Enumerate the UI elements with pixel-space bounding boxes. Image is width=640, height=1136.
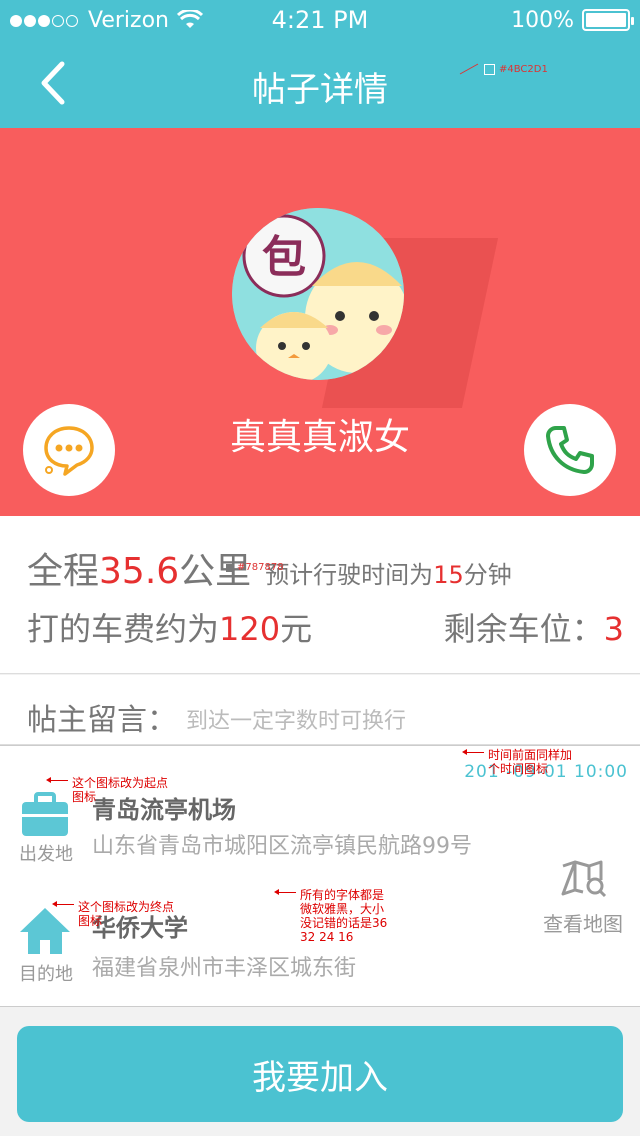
color-swatch: [484, 63, 495, 75]
briefcase-icon: [22, 792, 68, 836]
view-map-label: 查看地图: [543, 912, 623, 936]
battery-icon: [582, 9, 634, 31]
seats-label: 剩余车位：: [443, 610, 604, 648]
eta-value: 15: [433, 561, 464, 589]
nav-bar: 帖子详情 #4BC2D1: [0, 40, 640, 128]
fare-value: 120: [219, 610, 281, 648]
seats-text: 剩余车位：3: [444, 604, 624, 650]
avatar-image: 包: [232, 208, 404, 380]
start-address: 山东省青岛市城阳区流亭镇民航路99号: [92, 834, 472, 859]
map-search-icon: [561, 860, 607, 898]
view-map-button[interactable]: 查看地图: [534, 858, 632, 937]
message-colon: ：: [147, 703, 177, 738]
font-annotation: 所有的字体都是微软雅黑，大小没记错的话是36 32 24 16: [274, 888, 392, 944]
start-caption: 出发地: [19, 844, 73, 865]
fare-prefix: 打的车费约为: [27, 610, 220, 648]
phone-icon: [546, 426, 594, 474]
message-label-text: 帖主留言: [27, 703, 147, 738]
gray-color-annotation: #787878: [226, 562, 284, 573]
color-annotation-text: #4BC2D1: [499, 63, 548, 75]
time-icon-annotation: 时间前面同样加个时间图标: [462, 748, 580, 776]
font-annotation-text: 所有的字体都是微软雅黑，大小没记错的话是36 32 24 16: [300, 888, 388, 944]
profile-hero: 包 真真真淑女: [0, 128, 640, 516]
eta-prefix: 预计行驶时间为: [265, 561, 434, 589]
gray-color-text: #787878: [237, 562, 284, 573]
end-icon-annotation-text: 这个图标改为终点图标: [78, 900, 175, 928]
fare-text: 打的车费约为120元: [27, 604, 312, 650]
status-time: 4:21 PM: [271, 6, 369, 34]
fare-unit: 元: [280, 610, 313, 648]
message-label: 帖主留言：: [27, 695, 177, 739]
end-address: 福建省泉州市丰泽区城东街: [92, 956, 357, 981]
call-button[interactable]: [524, 404, 616, 496]
annotation-arrow-icon: [459, 63, 479, 75]
distance-prefix: 全程: [27, 551, 100, 592]
message-hint: 到达一定字数时可换行: [186, 709, 407, 734]
avatar-letter: 包: [262, 232, 306, 283]
trip-info: 全程35.6公里 预计行驶时间为15分钟 #787878 打的车费约为120元 剩…: [0, 516, 640, 674]
host-message: 帖主留言： 到达一定字数时可换行: [0, 675, 640, 745]
end-icon-annotation: 这个图标改为终点图标: [52, 900, 175, 928]
eta-unit: 分钟: [463, 561, 512, 589]
fare-row: 打的车费约为120元 剩余车位：3: [27, 604, 624, 650]
join-button[interactable]: 我要加入: [17, 1026, 623, 1122]
start-icon-annotation: 这个图标改为起点图标: [46, 776, 172, 804]
end-caption: 目的地: [19, 964, 73, 985]
seats-value: 3: [603, 610, 624, 648]
gray-swatch: [226, 563, 234, 572]
distance-value: 35.6: [99, 551, 180, 592]
status-bar: Verizon 4:21 PM 100%: [0, 0, 640, 40]
chat-bubble-icon: [44, 426, 94, 476]
chat-button[interactable]: [23, 404, 115, 496]
time-icon-annotation-text: 时间前面同样加个时间图标: [488, 748, 573, 776]
color-annotation: #4BC2D1: [458, 62, 548, 76]
route-card: 201 -09-01 10:00 出发地 青岛流亭机场 山东省青岛市城阳区流亭镇…: [0, 745, 640, 1007]
start-icon-annotation-text: 这个图标改为起点图标: [72, 776, 169, 804]
home-icon: [20, 908, 70, 954]
avatar: 包: [232, 208, 404, 380]
